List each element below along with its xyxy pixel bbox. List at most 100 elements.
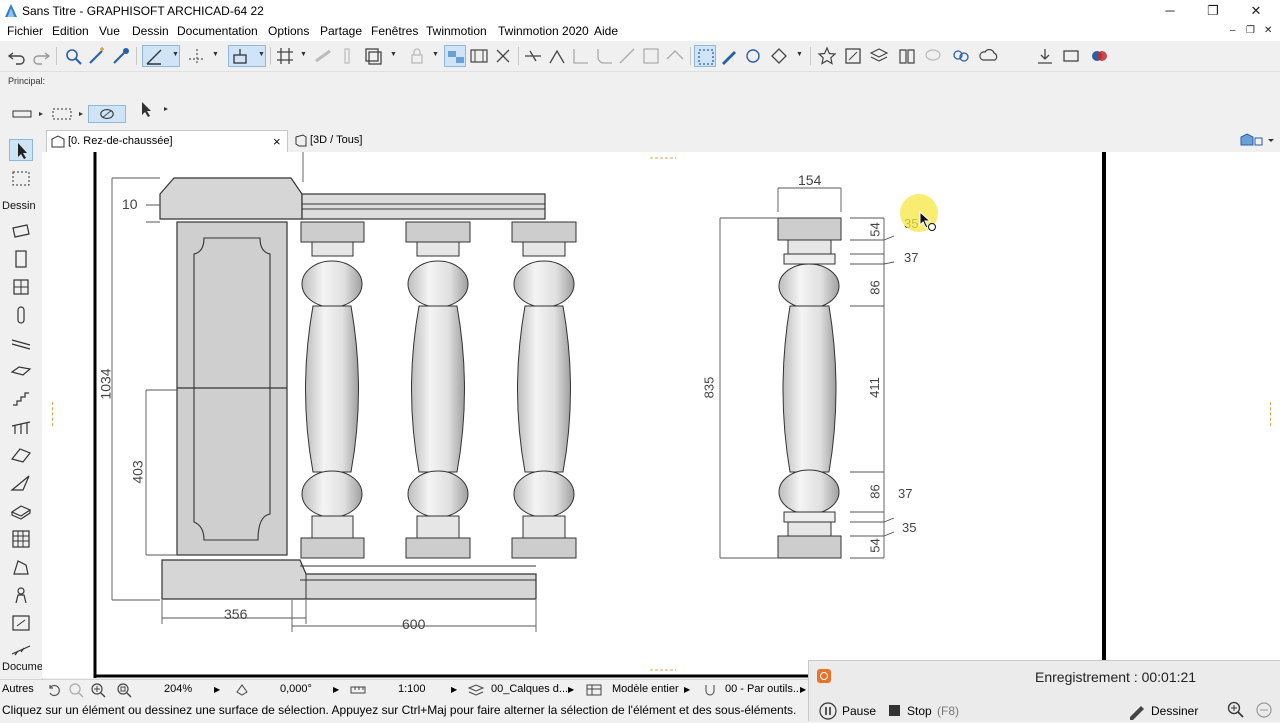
pen-dropdown-arrow[interactable]: ▶ <box>800 685 806 694</box>
angle-dropdown-arrow[interactable]: ▶ <box>333 685 339 694</box>
scale-icon[interactable] <box>350 683 366 700</box>
menu-edition[interactable]: Edition <box>52 24 89 38</box>
draw-button[interactable]: Dessiner <box>1151 704 1198 718</box>
shell-tool-icon[interactable] <box>9 472 33 494</box>
orientation-angle-field[interactable]: 0,000° <box>280 683 312 695</box>
marquee-select-icon[interactable] <box>694 45 716 67</box>
stop-button[interactable]: Stop <box>907 704 932 718</box>
toolbox-section-docume[interactable]: Docume <box>2 661 43 673</box>
model-dropdown-arrow[interactable]: ▶ <box>684 685 690 694</box>
split-icon[interactable] <box>522 45 544 67</box>
model-view-icon[interactable] <box>586 683 602 700</box>
chevron-down-icon[interactable]: ▼ <box>212 51 219 58</box>
intersect-icon[interactable] <box>570 45 592 67</box>
chevron-down-icon[interactable]: ▼ <box>258 51 265 58</box>
zoom-in-icon[interactable] <box>90 682 106 701</box>
rotate-selection-icon[interactable] <box>88 105 126 123</box>
curtain-wall-tool-icon[interactable] <box>9 528 33 550</box>
layer-combination-icon[interactable] <box>467 683 485 700</box>
ungroup-icon[interactable] <box>492 45 514 67</box>
book-icon[interactable] <box>896 45 918 67</box>
suspend-groups-icon[interactable] <box>468 45 490 67</box>
menu-options[interactable]: Options <box>268 24 309 38</box>
layer-combination-field[interactable]: 00_Calques d... <box>491 683 568 695</box>
redo-icon[interactable] <box>30 45 52 67</box>
mdi-restore-button[interactable]: ❐ <box>1246 25 1255 36</box>
resize-icon[interactable] <box>640 45 662 67</box>
teamwork-icon[interactable] <box>950 45 972 67</box>
tab-close-button[interactable]: × <box>273 131 281 152</box>
view-map-icon[interactable] <box>1238 132 1274 151</box>
zoom-level-field[interactable]: 204% <box>164 683 192 695</box>
menu-partage[interactable]: Partage <box>320 24 362 38</box>
scale-dropdown-arrow[interactable]: ▶ <box>451 685 457 694</box>
grid-icon[interactable] <box>274 45 296 67</box>
selection-method-icon[interactable] <box>10 105 46 123</box>
zoom-dropdown-arrow[interactable]: ▶ <box>214 685 220 694</box>
chevron-down-icon[interactable]: ▼ <box>300 51 307 58</box>
undo-icon[interactable] <box>6 45 28 67</box>
railing-tool-icon[interactable] <box>9 416 33 438</box>
adjust-icon[interactable] <box>546 45 568 67</box>
chevron-down-icon[interactable]: ▼ <box>796 51 803 58</box>
stop-icon[interactable] <box>889 705 900 716</box>
layer-icon[interactable] <box>362 45 384 67</box>
zoom-previous-icon[interactable] <box>46 682 62 701</box>
chevron-down-icon[interactable]: ▼ <box>432 51 439 58</box>
find-select-icon[interactable] <box>62 45 84 67</box>
chevron-down-icon[interactable]: ▼ <box>390 51 397 58</box>
bimcloud-icon[interactable] <box>978 45 1000 67</box>
fillet-icon[interactable] <box>594 45 616 67</box>
toolbox-section-autres-label[interactable]: Autres <box>2 683 34 695</box>
menu-aide[interactable]: Aide <box>594 24 618 38</box>
magic-wand-icon[interactable] <box>86 45 108 67</box>
lock-icon[interactable] <box>406 45 428 67</box>
tab-3d-view[interactable]: [3D / Tous] <box>290 130 410 151</box>
twinmotion-logo-icon[interactable] <box>1088 45 1110 67</box>
morph-tool-icon[interactable] <box>9 500 33 522</box>
slab-tool-icon[interactable] <box>9 360 33 382</box>
orientation-icon[interactable] <box>234 682 250 701</box>
mdi-minimize-button[interactable]: – <box>1230 25 1236 36</box>
3d-document-icon[interactable] <box>742 45 764 67</box>
close-window-button[interactable]: ✕ <box>1236 0 1276 22</box>
menu-fichier[interactable]: Fichier <box>7 24 43 38</box>
zoom-out-recorder-icon[interactable] <box>1255 701 1273 722</box>
chevron-down-icon[interactable]: ▼ <box>172 51 179 58</box>
zoom-next-icon[interactable] <box>68 682 84 701</box>
wall-tool-icon[interactable] <box>9 220 33 242</box>
group-icon[interactable] <box>444 45 466 67</box>
navigator-icon[interactable] <box>842 45 864 67</box>
column-tool-icon[interactable] <box>9 304 33 326</box>
mdi-close-button[interactable]: ✕ <box>1264 25 1272 36</box>
menu-twinmotion-2020[interactable]: Twinmotion 2020 <box>498 24 589 38</box>
snap-guides-icon[interactable] <box>186 45 208 67</box>
window-tool-icon[interactable] <box>9 276 33 298</box>
beam-tool-icon[interactable] <box>9 332 33 354</box>
fit-in-window-icon[interactable] <box>116 682 132 701</box>
tab-floor-plan[interactable]: [0. Rez-de-chaussée] × <box>46 130 288 152</box>
menu-twinmotion[interactable]: Twinmotion <box>426 24 487 38</box>
scale-field[interactable]: 1:100 <box>398 683 426 695</box>
pen-set-icon[interactable] <box>336 45 358 67</box>
model-view-field[interactable]: Modèle entier <box>612 683 679 695</box>
trace-icon[interactable] <box>312 45 334 67</box>
render-icon[interactable] <box>768 45 790 67</box>
offset-icon[interactable] <box>616 45 638 67</box>
minimize-button[interactable]: ─ <box>1150 0 1190 22</box>
twinmotion-sync-icon[interactable] <box>1060 45 1082 67</box>
menu-vue[interactable]: Vue <box>99 24 120 38</box>
menu-documentation[interactable]: Documentation <box>177 24 258 38</box>
roof-tool-icon[interactable] <box>9 444 33 466</box>
stair-tool-icon[interactable] <box>9 388 33 410</box>
door-tool-icon[interactable] <box>9 248 33 270</box>
drawing-canvas[interactable]: 10 1034 403 356 600 154 54 35 37 86 835 … <box>42 152 1280 678</box>
pen-set-selector-icon[interactable] <box>704 683 716 700</box>
comment-icon[interactable] <box>922 45 944 67</box>
menu-fenetres[interactable]: Fenêtres <box>371 24 418 38</box>
stair-3d-tool-icon[interactable] <box>9 638 33 660</box>
marquee-shape-icon[interactable] <box>50 105 86 123</box>
zoom-in-recorder-icon[interactable] <box>1227 701 1245 722</box>
marquee-tool-icon[interactable] <box>9 168 33 190</box>
zone-tool-icon[interactable] <box>9 612 33 634</box>
